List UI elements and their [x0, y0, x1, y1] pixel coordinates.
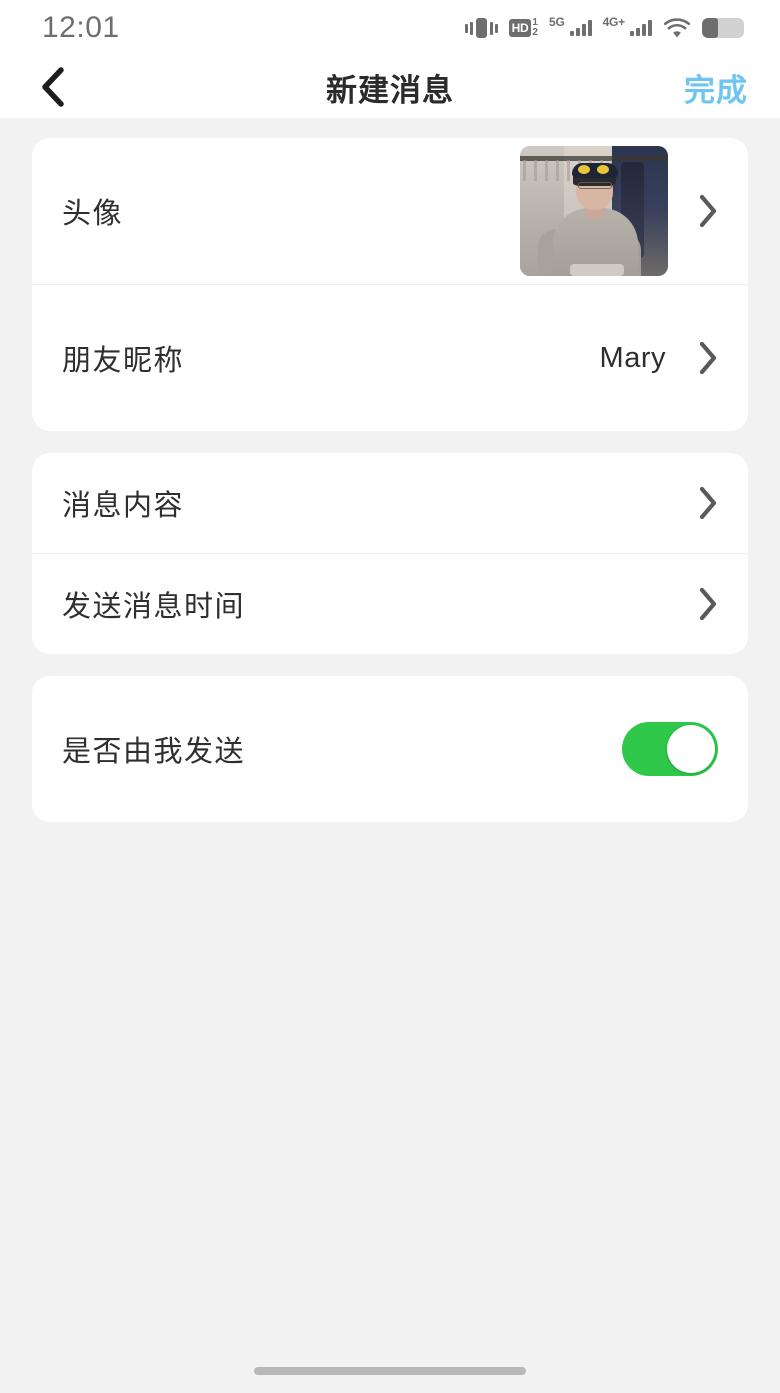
row-nickname-label: 朋友昵称 [62, 345, 185, 377]
phone-screen: 12:01 HD 1 2 5G 4G+ 新建消息 完成 头像 朋友昵称 Mary… [0, 0, 780, 1393]
signal-5g-bars [569, 20, 592, 36]
row-message-content-label: 消息内容 [62, 490, 185, 522]
signal-5g-icon: 5G [549, 16, 592, 36]
hd-icon-label: HD [508, 19, 532, 37]
signal-4g-plus-bars [630, 20, 652, 36]
row-message-content[interactable]: 消息内容 [32, 453, 748, 553]
page-title: 新建消息 [326, 72, 454, 108]
signal-4g-plus-label: 4G+ [602, 15, 626, 29]
chevron-right-icon [698, 341, 718, 375]
status-bar-clock: 12:01 [42, 11, 120, 44]
row-sent-by-me[interactable]: 是否由我发送 [32, 676, 748, 822]
hd-icon: HD 1 2 [508, 17, 538, 39]
status-bar: 12:01 HD 1 2 5G 4G+ [0, 0, 780, 56]
section-profile: 头像 朋友昵称 Mary [32, 138, 748, 431]
row-nickname[interactable]: 朋友昵称 Mary [32, 285, 748, 431]
chevron-right-icon [698, 194, 718, 228]
toggle-knob [667, 725, 715, 773]
row-send-time[interactable]: 发送消息时间 [32, 554, 748, 654]
row-avatar[interactable]: 头像 [32, 138, 748, 284]
battery-fill [702, 18, 718, 38]
signal-4g-plus-icon: 4G+ [603, 16, 652, 36]
row-sent-by-me-label: 是否由我发送 [62, 736, 246, 768]
navigation-bar: 新建消息 完成 [0, 56, 780, 118]
vibrate-icon [464, 18, 498, 38]
section-message: 消息内容 发送消息时间 [32, 453, 748, 654]
row-avatar-label: 头像 [62, 198, 124, 230]
row-nickname-value: Mary [599, 341, 666, 374]
row-send-time-label: 发送消息时间 [62, 591, 246, 623]
done-button[interactable]: 完成 [684, 65, 748, 110]
status-bar-icons: HD 1 2 5G 4G+ [464, 16, 744, 39]
wifi-icon [663, 17, 691, 37]
back-button[interactable] [24, 59, 80, 115]
signal-5g-label: 5G [548, 15, 565, 29]
avatar[interactable] [520, 146, 668, 276]
hd-icon-sub: 2 [532, 27, 538, 38]
battery-icon [702, 18, 744, 38]
chevron-left-icon [42, 67, 64, 107]
section-sender: 是否由我发送 [32, 676, 748, 822]
sent-by-me-toggle[interactable] [622, 722, 718, 776]
chevron-right-icon [698, 587, 718, 621]
chevron-right-icon [698, 486, 718, 520]
home-indicator[interactable] [254, 1367, 526, 1375]
settings-list: 头像 朋友昵称 Mary 消息内容 发送消息时间 是否由我发送 [0, 118, 780, 1393]
